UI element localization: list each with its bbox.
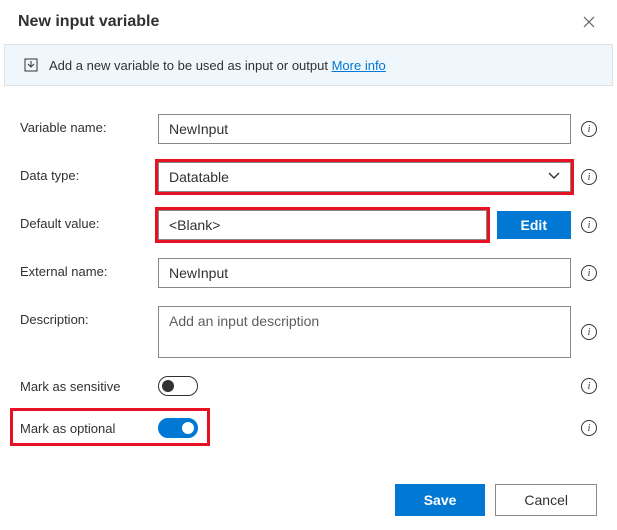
close-button[interactable] — [579, 12, 599, 32]
mark-optional-toggle[interactable] — [158, 418, 198, 438]
description-label: Description: — [20, 306, 148, 327]
external-name-row: External name: i — [20, 258, 597, 288]
chevron-down-icon — [548, 171, 560, 183]
close-icon — [583, 16, 595, 28]
description-row: Description: i — [20, 306, 597, 358]
info-icon[interactable]: i — [581, 324, 597, 340]
info-icon[interactable]: i — [581, 121, 597, 137]
mark-sensitive-label: Mark as sensitive — [20, 379, 148, 394]
mark-optional-label: Mark as optional — [20, 421, 148, 436]
input-variable-icon — [23, 57, 39, 73]
data-type-label: Data type: — [20, 162, 148, 183]
info-icon[interactable]: i — [581, 217, 597, 233]
variable-name-row: Variable name: i — [20, 114, 597, 144]
edit-button[interactable]: Edit — [497, 211, 571, 239]
new-input-variable-dialog: New input variable Add a new variable to… — [0, 0, 617, 530]
default-value-row: Default value: <Blank> Edit i — [20, 210, 597, 240]
default-value-label: Default value: — [20, 210, 148, 231]
dialog-title: New input variable — [18, 13, 159, 31]
toggle-knob — [182, 422, 194, 434]
variable-name-input[interactable] — [158, 114, 571, 144]
info-bar: Add a new variable to be used as input o… — [4, 44, 613, 86]
variable-name-label: Variable name: — [20, 114, 148, 135]
save-button[interactable]: Save — [395, 484, 486, 516]
mark-sensitive-row: Mark as sensitive i — [20, 376, 597, 396]
data-type-row: Data type: Datatable i — [20, 162, 597, 192]
info-icon[interactable]: i — [581, 169, 597, 185]
mark-optional-row: Mark as optional i — [20, 418, 597, 438]
data-type-select[interactable]: Datatable — [158, 162, 571, 192]
info-icon[interactable]: i — [581, 378, 597, 394]
description-textarea[interactable] — [158, 306, 571, 358]
info-text: Add a new variable to be used as input o… — [49, 58, 386, 73]
form-body: Variable name: i Data type: Datatable i … — [0, 86, 617, 438]
external-name-input[interactable] — [158, 258, 571, 288]
data-type-value: Datatable — [169, 169, 229, 185]
info-icon[interactable]: i — [581, 420, 597, 436]
more-info-link[interactable]: More info — [332, 58, 386, 73]
cancel-button[interactable]: Cancel — [495, 484, 597, 516]
info-icon[interactable]: i — [581, 265, 597, 281]
dialog-header: New input variable — [0, 0, 617, 40]
toggle-knob — [162, 380, 174, 392]
external-name-label: External name: — [20, 258, 148, 279]
default-value-display: <Blank> — [158, 210, 487, 240]
dialog-footer: Save Cancel — [395, 484, 597, 516]
mark-sensitive-toggle[interactable] — [158, 376, 198, 396]
